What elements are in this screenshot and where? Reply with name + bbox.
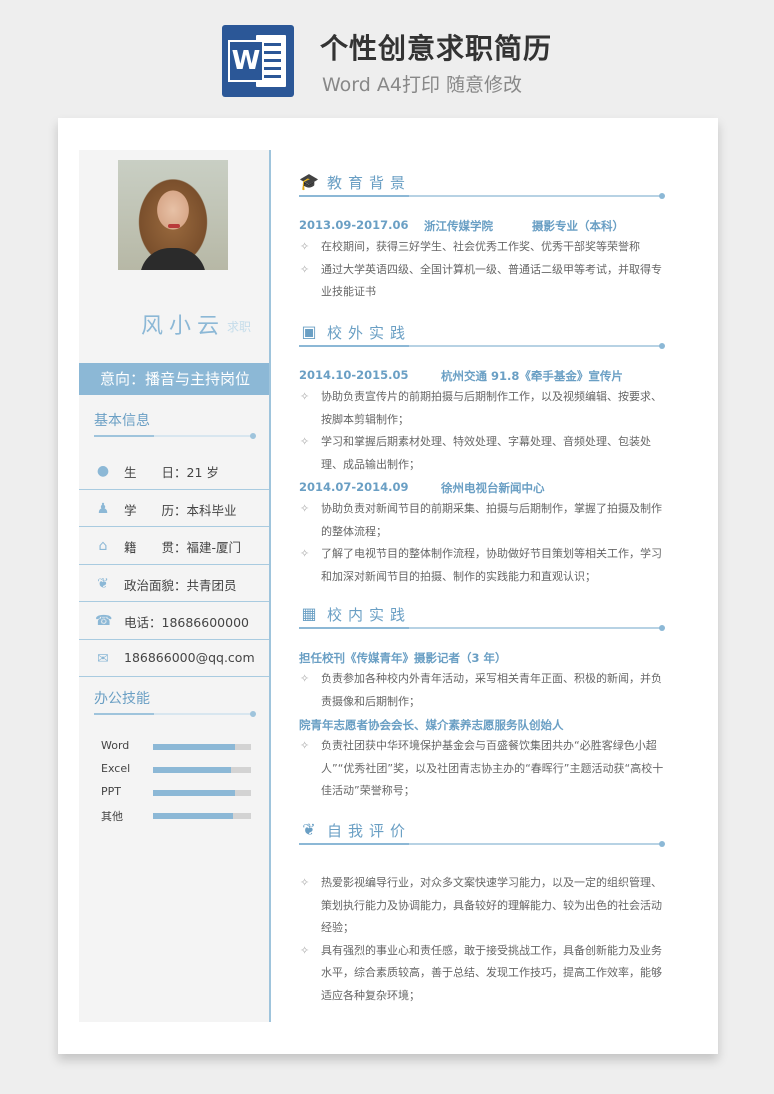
list-item: 热爱影视编导行业，对众多文案快速学习能力，以及一定的组织管理、策划执行能力及协调… — [299, 872, 669, 940]
info-row-email: ✉ 186866000@qq.com — [79, 640, 270, 677]
skill-row: Word — [79, 736, 270, 759]
section-title: 校外实践 — [327, 324, 412, 342]
mail-icon: ✉ — [97, 650, 109, 667]
skill-row: PPT — [79, 782, 270, 805]
skill-bar — [153, 744, 251, 750]
list-item: 了解了电视节目的整体制作流程，协助做好节目策划等相关工作，学习和加深对新闻节目的… — [299, 543, 669, 588]
list-item: 学习和掌握后期素材处理、特效处理、字幕处理、音频处理、包装处理、成品输出制作； — [299, 431, 669, 476]
skill-bar — [153, 813, 251, 819]
list-item: 通过大学英语四级、全国计算机一级、普通话二级甲等考试，并取得专业技能证书 — [299, 259, 669, 304]
sidebar: 风小云 求职 意向：播音与主持岗位 基本信息 ● 生 日：21 岁 ♟ 学 历：… — [79, 150, 270, 1022]
job-intent: 意向：播音与主持岗位 — [79, 363, 270, 395]
section-title: 自我评价 — [327, 822, 412, 840]
list-item: 在校期间，获得三好学生、社会优秀工作奖、优秀干部奖等荣誉称 — [299, 236, 669, 259]
skills-list: Word Excel PPT 其他 — [79, 736, 270, 828]
name-suffix: 求职 — [227, 320, 252, 334]
practice-entry: 2014.07-2014.09 徐州电视台新闻中心 — [299, 480, 545, 495]
skill-row: Excel — [79, 759, 270, 782]
top-header: W 个性创意求职简历 Word A4打印 随意修改 — [0, 0, 774, 115]
education-entry: 2013.09-2017.06 浙江传媒学院 摄影专业（本科） — [299, 218, 624, 233]
profile-photo — [118, 160, 228, 270]
section-title: 校内实践 — [327, 606, 412, 624]
list-item: 负责参加各种校内外青年活动，采写相关青年正面、积极的新闻，并负责摄像和后期制作； — [299, 668, 669, 713]
practice-entry: 担任校刊《传媒青年》摄影记者（3 年） — [299, 651, 507, 665]
section-internal-practice: ▦ 校内实践 担任校刊《传媒青年》摄影记者（3 年） 负责参加各种校内外青年活动… — [299, 600, 669, 803]
section-education: 🎓 教育背景 2013.09-2017.06 浙江传媒学院 摄影专业（本科） 在… — [299, 168, 669, 304]
basic-info-list: ● 生 日：21 岁 ♟ 学 历：本科毕业 ⌂ 籍 贯：福建-厦门 ❦ 政治面貌… — [79, 452, 270, 677]
info-row-phone: ☎ 电话：18686600000 — [79, 602, 270, 640]
practice-entry: 2014.10-2015.05 杭州交通 91.8《牵手基金》宣传片 — [299, 368, 623, 383]
graduation-cap-icon: 🎓 — [299, 172, 319, 191]
briefcase-icon: ▣ — [301, 322, 317, 341]
word-letter: W — [228, 40, 264, 82]
word-logo-icon: W — [222, 25, 294, 97]
section-self-evaluation: ❦ 自我评价 热爱影视编导行业，对众多文案快速学习能力，以及一定的组织管理、策划… — [299, 816, 669, 1007]
basic-info-heading: 基本信息 — [94, 413, 150, 429]
candidate-name: 风小云 — [141, 314, 226, 339]
list-item: 协助负责对新闻节目的前期采集、拍摄与后期制作，掌握了拍摄及制作的整体流程； — [299, 498, 669, 543]
section-external-practice: ▣ 校外实践 2014.10-2015.05 杭州交通 91.8《牵手基金》宣传… — [299, 318, 669, 588]
skills-heading: 办公技能 — [94, 691, 150, 707]
skill-row: 其他 — [79, 805, 270, 828]
user-icon: ♟ — [96, 500, 110, 517]
sidebar-divider — [269, 150, 271, 1022]
skills-rule — [94, 711, 256, 717]
skill-bar — [153, 790, 251, 796]
leaf-icon: ❦ — [97, 575, 109, 592]
list-item: 具有强烈的事业心和责任感，敢于接受挑战工作，具备创新能力及业务水平，综合素质较高… — [299, 940, 669, 1008]
home-icon: ⌂ — [98, 538, 108, 554]
info-row-politics: ❦ 政治面貌：共青团员 — [79, 565, 270, 602]
resume-page: 风小云 求职 意向：播音与主持岗位 基本信息 ● 生 日：21 岁 ♟ 学 历：… — [58, 118, 718, 1054]
basic-info-rule — [94, 433, 256, 439]
practice-entry: 院青年志愿者协会会长、媒介素养志愿服务队创始人 — [299, 718, 564, 732]
info-row-education: ♟ 学 历：本科毕业 — [79, 490, 270, 527]
info-row-hometown: ⌂ 籍 贯：福建-厦门 — [79, 527, 270, 565]
clock-icon: ● — [96, 463, 110, 479]
list-item: 协助负责宣传片的前期拍摄与后期制作工作，以及视频编辑、按要求、按脚本剪辑制作； — [299, 386, 669, 431]
page-title: 个性创意求职简历 — [320, 32, 553, 65]
skill-bar — [153, 767, 251, 773]
grid-icon: ▦ — [301, 604, 317, 623]
section-title: 教育背景 — [327, 174, 412, 192]
list-item: 负责社团获中华环境保护基金会与百盛餐饮集团共办“必胜客绿色小超人”“优秀社团”奖… — [299, 735, 669, 803]
page-subtitle: Word A4打印 随意修改 — [322, 74, 523, 96]
phone-icon: ☎ — [95, 613, 113, 629]
leaf-icon: ❦ — [302, 820, 316, 839]
info-row-birthday: ● 生 日：21 岁 — [79, 452, 270, 490]
